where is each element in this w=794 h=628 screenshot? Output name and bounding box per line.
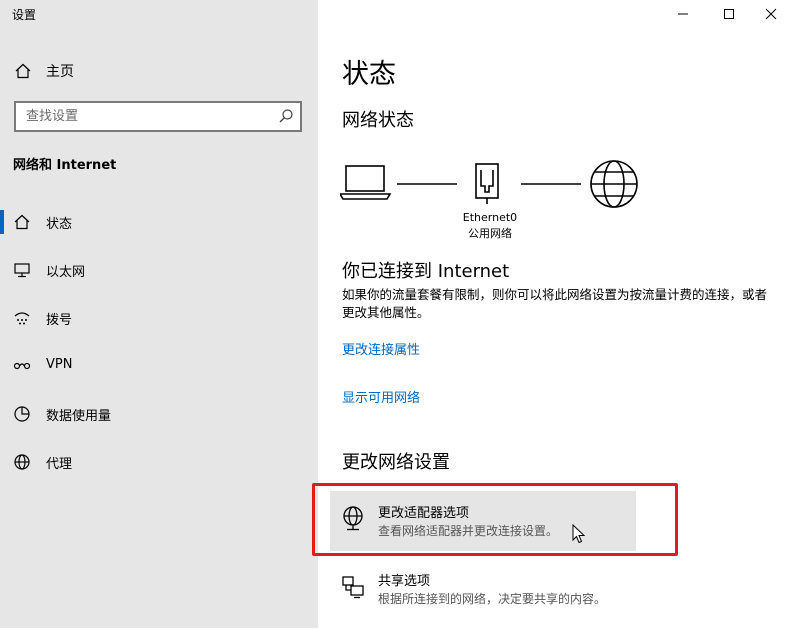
- sidebar-item-label: 以太网: [46, 265, 86, 280]
- sidebar-home[interactable]: 主页: [0, 52, 318, 88]
- sharing-options[interactable]: 共享选项 根据所连接到的网络，决定要共享的内容。: [330, 559, 636, 619]
- sidebar-item-label: VPN: [46, 357, 73, 372]
- data-usage-icon: [14, 406, 30, 422]
- sidebar-item-label: 状态: [46, 217, 73, 232]
- sidebar-home-label: 主页: [46, 64, 74, 80]
- option-title: 共享选项: [378, 574, 431, 589]
- page-title: 状态: [342, 59, 396, 90]
- option-subtitle: 根据所连接到的网络，决定要共享的内容。: [378, 592, 607, 606]
- sidebar-item-ethernet[interactable]: 以太网: [0, 250, 318, 290]
- mouse-cursor-icon: [572, 524, 586, 544]
- adapter-name: Ethernet0: [462, 211, 518, 224]
- laptop-icon: [340, 165, 392, 200]
- sidebar-item-label: 代理: [46, 457, 73, 472]
- network-type: 公用网络: [468, 227, 512, 240]
- close-icon: [765, 8, 777, 20]
- sidebar-item-label: 拨号: [46, 313, 73, 328]
- sidebar-item-label: 数据使用量: [46, 409, 112, 424]
- change-connection-properties-link[interactable]: 更改连接属性: [342, 339, 420, 358]
- internet-globe-icon: [590, 160, 638, 208]
- minimize-icon: [678, 13, 688, 15]
- minimize-button[interactable]: [660, 0, 706, 28]
- section-title: 网络和 Internet: [13, 158, 117, 173]
- close-button[interactable]: [748, 0, 794, 28]
- dialup-icon: [14, 312, 30, 325]
- network-status-heading: 网络状态: [342, 110, 414, 131]
- show-available-networks-link[interactable]: 显示可用网络: [342, 387, 420, 406]
- vpn-icon: [13, 362, 31, 370]
- ethernet-port-icon: [475, 163, 499, 204]
- home-status-icon: [14, 214, 30, 230]
- maximize-button[interactable]: [706, 0, 752, 28]
- sidebar-item-vpn[interactable]: VPN: [0, 346, 318, 386]
- maximize-icon: [724, 9, 734, 19]
- search-input[interactable]: [16, 103, 256, 130]
- home-icon: [15, 63, 31, 79]
- window-title: 设置: [12, 8, 37, 22]
- connected-message: 你已连接到 Internet: [342, 261, 510, 282]
- ethernet-icon: [14, 263, 30, 278]
- change-network-settings-heading: 更改网络设置: [342, 452, 450, 473]
- globe-icon: [14, 454, 30, 470]
- sharing-icon: [342, 576, 364, 599]
- selected-indicator: [0, 210, 4, 234]
- search-box[interactable]: [14, 101, 302, 132]
- sidebar-item-status[interactable]: 状态: [0, 202, 318, 242]
- sidebar-item-proxy[interactable]: 代理: [0, 442, 318, 482]
- search-icon[interactable]: [278, 108, 294, 124]
- sidebar-item-data-usage[interactable]: 数据使用量: [0, 394, 318, 434]
- connection-description: 如果你的流量套餐有限制，则你可以将此网络设置为按流量计费的连接，或者更改其他属性…: [342, 287, 768, 320]
- sidebar: 设置 主页 网络和 Internet 状态 以太网: [0, 0, 318, 628]
- annotation-highlight-box: [312, 483, 678, 556]
- sidebar-item-dialup[interactable]: 拨号: [0, 298, 318, 338]
- adapter-label: Ethernet0 公用网络: [440, 210, 540, 242]
